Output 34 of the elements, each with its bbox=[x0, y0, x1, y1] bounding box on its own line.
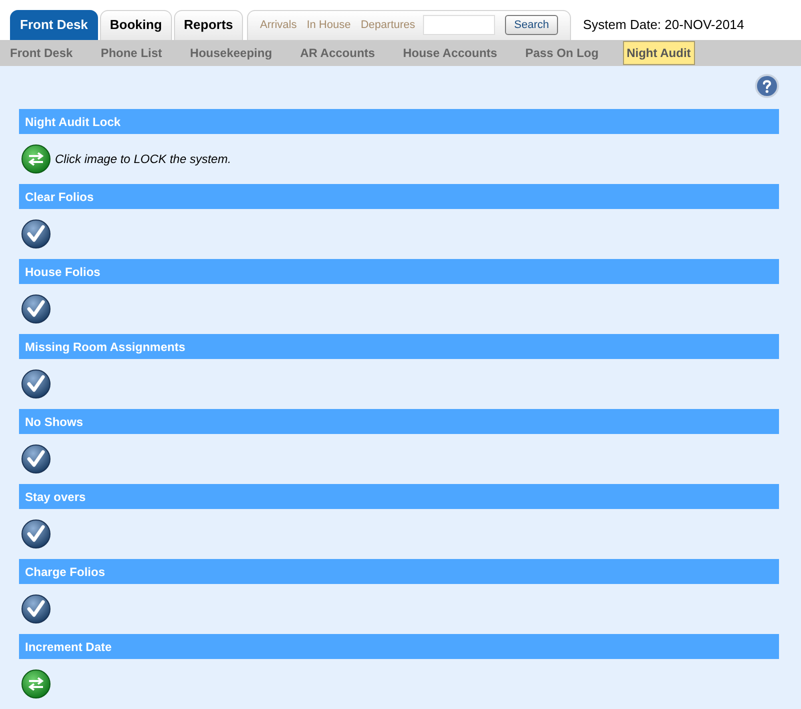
checkmark-icon bbox=[21, 369, 51, 399]
subnav-item[interactable]: Phone List bbox=[96, 40, 166, 65]
section-header: House Folios bbox=[19, 259, 779, 284]
section-header: Missing Room Assignments bbox=[19, 334, 779, 359]
search-field[interactable] bbox=[423, 15, 496, 36]
top-tab[interactable]: Reports bbox=[174, 10, 244, 40]
section-header: Charge Folios bbox=[19, 559, 779, 584]
quick-link[interactable]: In House bbox=[306, 16, 351, 34]
section-header: Increment Date bbox=[19, 634, 779, 659]
subnav-item[interactable]: Night Audit bbox=[622, 40, 695, 65]
subnav-item[interactable]: Front Desk bbox=[6, 40, 77, 65]
checkmark-icon bbox=[21, 444, 51, 474]
checkmark-icon bbox=[21, 519, 51, 549]
section-header: Stay overs bbox=[19, 484, 779, 509]
checkmark-icon bbox=[21, 594, 51, 624]
subnav-item[interactable]: House Accounts bbox=[398, 40, 502, 65]
arrows-icon[interactable] bbox=[21, 144, 51, 174]
top-tab[interactable]: Front Desk bbox=[10, 10, 98, 40]
checkmark-icon bbox=[21, 294, 51, 324]
quick-link[interactable]: Arrivals bbox=[260, 16, 297, 34]
search-button[interactable]: Search bbox=[505, 15, 558, 36]
help-icon[interactable] bbox=[755, 74, 779, 98]
subnav-item[interactable]: AR Accounts bbox=[296, 40, 379, 65]
quick-link[interactable]: Departures bbox=[360, 16, 416, 34]
section-header: Clear Folios bbox=[19, 184, 779, 209]
subnav-item[interactable]: Pass On Log bbox=[521, 40, 603, 65]
instruction-text: Click image to LOCK the system. bbox=[55, 151, 232, 168]
subnav-item[interactable]: Housekeeping bbox=[186, 40, 276, 65]
arrows-icon[interactable] bbox=[21, 669, 51, 699]
top-tab[interactable]: Booking bbox=[100, 10, 172, 40]
system-date: System Date: 20-NOV-2014 bbox=[583, 16, 744, 34]
section-header: No Shows bbox=[19, 409, 779, 434]
checkmark-icon bbox=[21, 219, 51, 249]
section-header: Night Audit Lock bbox=[19, 109, 779, 134]
